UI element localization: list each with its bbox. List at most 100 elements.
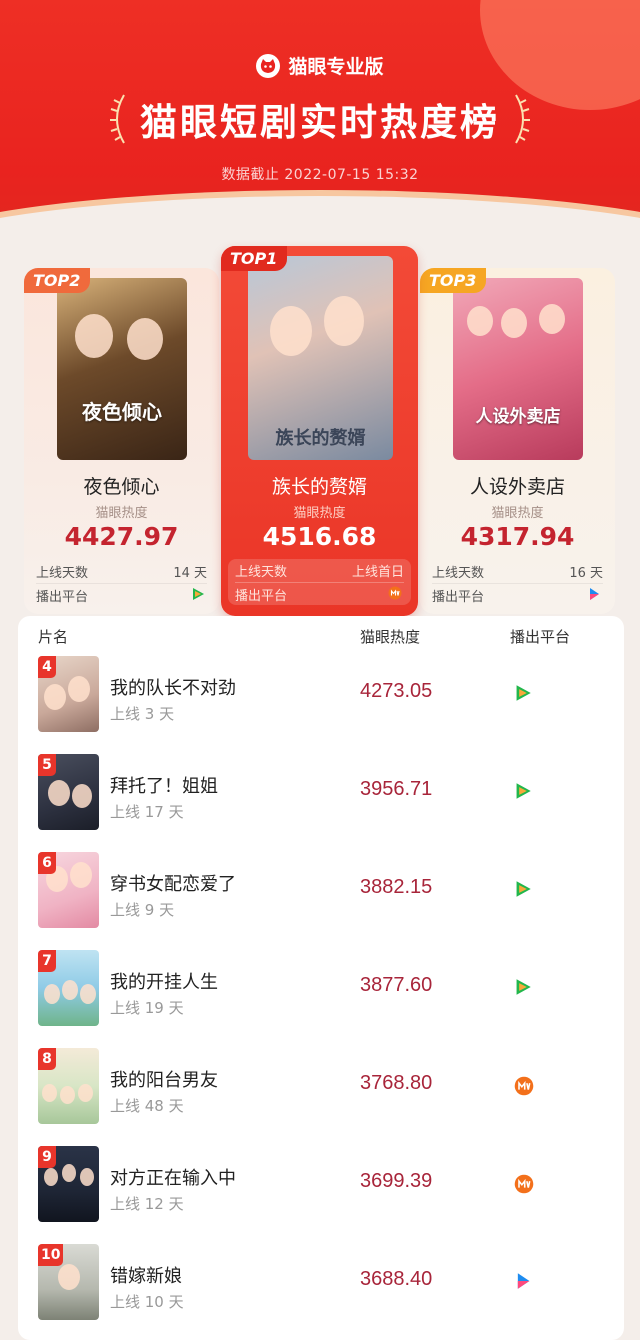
rank-badge: 7 — [38, 950, 56, 972]
list-item[interactable]: 7 我的开挂人生 上线 19 天 3877.60 — [18, 950, 624, 1048]
heat-value: 3768.80 — [360, 1072, 433, 1094]
list-item[interactable]: 6 穿书女配恋爱了 上线 9 天 3882.15 — [18, 852, 624, 950]
heat-label: 猫眼热度 — [491, 506, 544, 521]
drama-name: 人设外卖店 — [469, 476, 565, 498]
days-row: 上线天数 14 天 — [36, 560, 207, 583]
drama-name: 夜色倾心 — [83, 476, 160, 498]
days-value: 上线首日 — [351, 565, 404, 580]
days-online: 上线 17 天 — [110, 803, 184, 821]
rank-tag: TOP3 — [420, 268, 487, 293]
col-platform-header: 播出平台 — [510, 628, 571, 646]
platform-label: 播出平台 — [36, 589, 89, 605]
data-timestamp: 数据截止 2022-07-15 15:32 — [221, 167, 419, 183]
info-box: 上线天数 16 天 播出平台 — [420, 560, 615, 606]
info-box: 上线天数 14 天 播出平台 — [24, 560, 219, 606]
tencent-video-icon — [514, 978, 532, 996]
maoyan-cat-logo-icon — [256, 53, 281, 78]
podium-card-top1[interactable]: 族长的赘婿 TOP1 族长的赘婿 猫眼热度 4516.68 上线天数 上线首日 … — [221, 246, 418, 616]
laurel-left-icon — [110, 94, 125, 144]
platform-row: 播出平台 — [36, 583, 207, 606]
list-item[interactable]: 8 我的阳台男友 上线 48 天 3768.80 — [18, 1048, 624, 1146]
platform-row: 播出平台 — [235, 582, 404, 605]
tencent-video-icon — [514, 880, 532, 898]
rank-badge: 4 — [38, 656, 56, 678]
heat-value: 4273.05 — [360, 680, 433, 702]
days-label: 上线天数 — [432, 566, 485, 581]
heat-label: 猫眼热度 — [293, 506, 346, 521]
rank-badge: 6 — [38, 852, 56, 874]
days-label: 上线天数 — [235, 565, 288, 580]
mango-tv-icon — [514, 1174, 534, 1194]
header-curve — [0, 196, 640, 245]
days-online: 上线 48 天 — [110, 1097, 184, 1115]
tencent-video-icon — [514, 684, 532, 702]
heat-value: 3877.60 — [360, 974, 433, 996]
days-label: 上线天数 — [36, 566, 89, 581]
days-online: 上线 10 天 — [110, 1293, 184, 1311]
rank-badge: 8 — [38, 1048, 56, 1070]
drama-name: 我的开挂人生 — [110, 972, 218, 993]
list-item[interactable]: 10 错嫁新娘 上线 10 天 3688.40 — [18, 1244, 624, 1340]
poster-title: 族长的赘婿 — [275, 428, 366, 449]
heat-value: 4317.94 — [460, 522, 575, 551]
col-name-header: 片名 — [38, 628, 69, 646]
rank-badge: 10 — [38, 1244, 64, 1266]
days-row: 上线天数 16 天 — [432, 560, 603, 583]
poster-title: 人设外卖店 — [475, 407, 561, 427]
drama-thumbnail: 7 — [38, 950, 99, 1026]
heat-value: 4427.97 — [64, 522, 179, 551]
list-item[interactable]: 9 对方正在输入中 上线 12 天 3699.39 — [18, 1146, 624, 1244]
platform-label: 播出平台 — [235, 588, 288, 604]
drama-name: 对方正在输入中 — [110, 1168, 236, 1189]
platform-row: 播出平台 — [432, 583, 603, 606]
days-online: 上线 9 天 — [110, 901, 175, 919]
list-header: 片名 猫眼热度 播出平台 — [18, 616, 624, 654]
brand: 猫眼专业版 — [0, 52, 640, 79]
tencent-video-icon — [191, 587, 207, 603]
youku-icon — [514, 1272, 532, 1290]
col-heat-header: 猫眼热度 — [360, 628, 421, 646]
podium-card-top2[interactable]: 夜色倾心 TOP2 夜色倾心 猫眼热度 4427.97 上线天数 14 天 播出… — [24, 268, 219, 614]
drama-name: 穿书女配恋爱了 — [110, 874, 236, 895]
days-online: 上线 19 天 — [110, 999, 184, 1017]
platform-label: 播出平台 — [432, 589, 485, 605]
heat-value: 4516.68 — [262, 522, 377, 551]
drama-thumbnail: 6 — [38, 852, 99, 928]
mango-tv-icon — [514, 1076, 534, 1096]
poster-image: 夜色倾心 — [57, 278, 187, 460]
heat-label: 猫眼热度 — [95, 506, 148, 521]
days-value: 16 天 — [569, 566, 603, 581]
rank-tag: TOP1 — [221, 246, 288, 271]
days-row: 上线天数 上线首日 — [235, 559, 404, 582]
heat-value: 3699.39 — [360, 1170, 433, 1192]
drama-thumbnail: 9 — [38, 1146, 99, 1222]
poster-image: 人设外卖店 — [453, 278, 583, 460]
header-banner: 猫眼专业版 猫眼短剧实时热度榜 数据截止 2022-07-15 15:32 — [0, 0, 640, 245]
rank-badge: 5 — [38, 754, 56, 776]
drama-name: 错嫁新娘 — [110, 1266, 182, 1287]
drama-thumbnail: 8 — [38, 1048, 99, 1124]
list-item[interactable]: 4 我的队长不对劲 上线 3 天 4273.05 — [18, 656, 624, 754]
poster-image: 族长的赘婿 — [248, 256, 393, 460]
youku-icon — [587, 587, 603, 603]
poster-title: 夜色倾心 — [82, 400, 162, 424]
days-value: 14 天 — [173, 566, 207, 581]
rank-badge: 9 — [38, 1146, 56, 1168]
info-box: 上线天数 上线首日 播出平台 — [228, 559, 411, 605]
ranking-list: 片名 猫眼热度 播出平台 4 我的队长不对劲 上线 3 天 4273.05 5 … — [18, 616, 624, 1340]
days-online: 上线 12 天 — [110, 1195, 184, 1213]
heat-value: 3882.15 — [360, 876, 433, 898]
list-item[interactable]: 5 拜托了！姐姐 上线 17 天 3956.71 — [18, 754, 624, 852]
drama-name: 拜托了！姐姐 — [110, 776, 218, 797]
drama-name: 族长的赘婿 — [271, 476, 367, 498]
drama-thumbnail: 4 — [38, 656, 99, 732]
podium-card-top3[interactable]: 人设外卖店 TOP3 人设外卖店 猫眼热度 4317.94 上线天数 16 天 … — [420, 268, 615, 614]
rank-tag: TOP2 — [24, 268, 91, 293]
heat-value: 3688.40 — [360, 1268, 433, 1290]
drama-thumbnail: 5 — [38, 754, 99, 830]
brand-name: 猫眼专业版 — [288, 56, 384, 78]
mango-tv-icon — [388, 586, 404, 602]
title-wrap: 猫眼短剧实时热度榜 — [0, 92, 640, 146]
tencent-video-icon — [514, 782, 532, 800]
drama-name: 我的队长不对劲 — [110, 678, 236, 699]
